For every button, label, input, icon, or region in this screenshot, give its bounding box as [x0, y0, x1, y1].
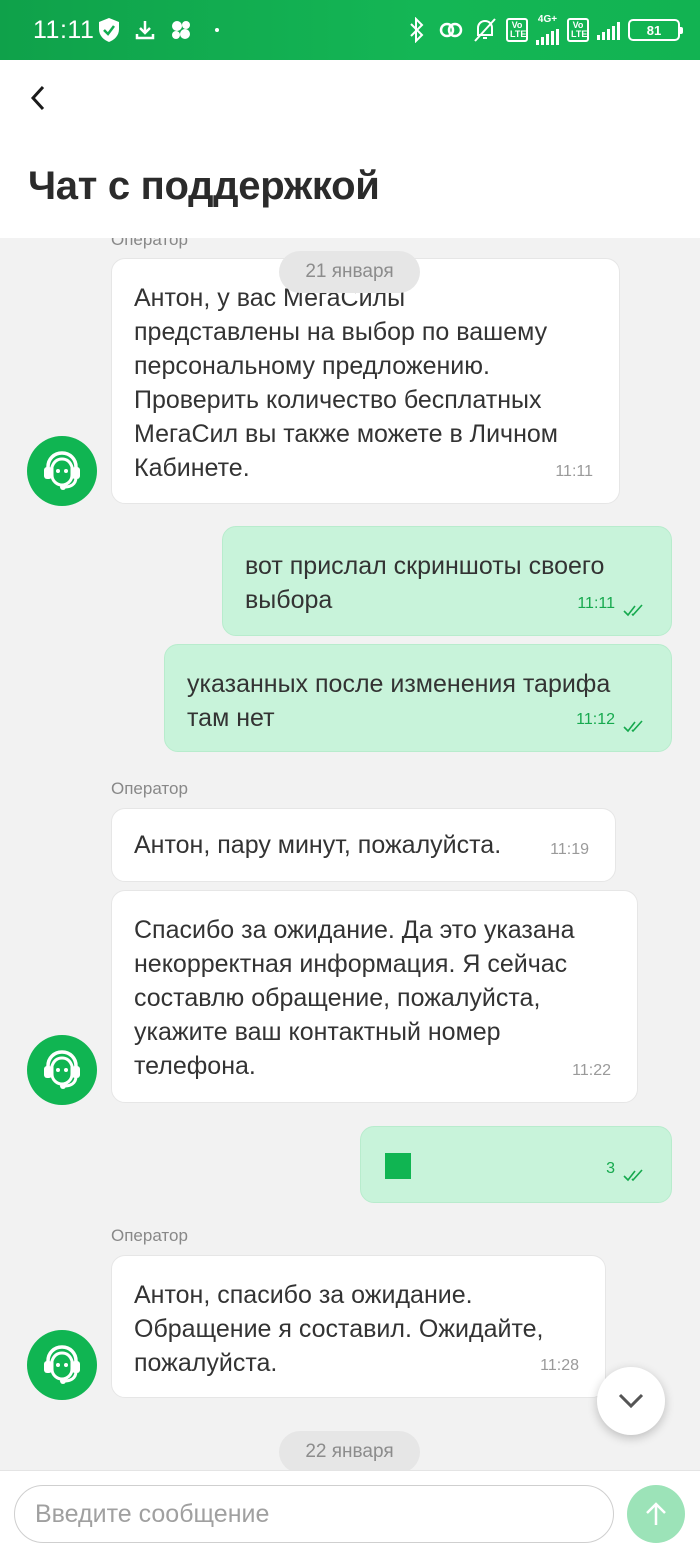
- operator-avatar: [27, 1035, 97, 1105]
- outgoing-message[interactable]: указанных после изменения тарифа там нет…: [164, 644, 672, 752]
- message-text: Спасибо за ожидание. Да это указана неко…: [134, 916, 575, 1080]
- chevron-down-icon: [618, 1393, 644, 1409]
- operator-avatar: [27, 436, 97, 506]
- signal-icon: 4G+: [536, 15, 559, 45]
- double-check-icon: [623, 604, 643, 617]
- message-time: 11:22: [572, 1062, 611, 1079]
- message-time: 11:12: [576, 711, 615, 728]
- sender-label: Оператор: [111, 1226, 188, 1245]
- dot-icon: [204, 17, 230, 43]
- message-text: Антон, спасибо за ожидание. Обращение я …: [134, 1281, 544, 1377]
- incoming-message[interactable]: Спасибо за ожидание. Да это указана неко…: [111, 890, 638, 1103]
- chevron-left-icon: [30, 85, 45, 111]
- message-time: 3: [606, 1160, 615, 1177]
- clover-icon: [168, 17, 194, 43]
- incoming-message[interactable]: Антон, спасибо за ожидание. Обращение я …: [111, 1255, 606, 1398]
- date-separator: 22 января: [279, 1431, 420, 1470]
- outgoing-message[interactable]: вот прислал скриншоты своего выбора 11:1…: [222, 526, 672, 636]
- message-time: 11:19: [550, 841, 589, 858]
- message-time: 11:11: [577, 595, 615, 612]
- support-agent-icon: [44, 1050, 80, 1089]
- shield-check-icon: [96, 17, 122, 43]
- outgoing-message[interactable]: 3: [360, 1126, 672, 1203]
- volte-icon: Vo LTE: [506, 18, 528, 42]
- chat-area[interactable]: Оператор Антон, у вас МегаСилы представл…: [0, 238, 700, 1470]
- signal-icon: [597, 20, 620, 40]
- page-title: Чат с поддержкой: [28, 164, 380, 208]
- download-icon: [132, 17, 158, 43]
- message-composer: [0, 1470, 700, 1556]
- sender-label: Оператор: [111, 238, 188, 249]
- support-agent-icon: [44, 451, 80, 490]
- support-agent-icon: [44, 1345, 80, 1384]
- sender-label: Оператор: [111, 779, 188, 798]
- volte-icon: Vo LTE: [567, 18, 589, 42]
- back-button[interactable]: [18, 78, 58, 118]
- message-text: Антон, у вас МегаСилы представлены на вы…: [134, 284, 558, 482]
- date-separator: 21 января: [279, 251, 420, 293]
- mute-bell-icon: [472, 17, 498, 43]
- status-time: 11:11: [33, 16, 95, 44]
- message-time: 11:28: [540, 1357, 579, 1374]
- send-button[interactable]: [627, 1485, 685, 1543]
- status-bar: 11:11 Vo LTE 4G+ Vo LTE 81: [0, 0, 700, 60]
- battery-icon: 81: [628, 19, 683, 41]
- incoming-message[interactable]: Антон, пару минут, пожалуйста. 11:19: [111, 808, 616, 882]
- arrow-up-icon: [646, 1502, 666, 1525]
- battery-level: 81: [646, 22, 662, 38]
- bluetooth-icon: [404, 17, 430, 43]
- double-check-icon: [623, 720, 643, 733]
- link-icon: [438, 17, 464, 43]
- incoming-message[interactable]: Антон, у вас МегаСилы представлены на вы…: [111, 258, 620, 504]
- message-text: Антон, пару минут, пожалуйста.: [134, 831, 502, 859]
- message-time: 11:11: [555, 463, 593, 480]
- redacted-content: [385, 1153, 411, 1179]
- message-input[interactable]: [14, 1485, 614, 1543]
- scroll-to-bottom-button[interactable]: [597, 1367, 665, 1435]
- double-check-icon: [623, 1169, 643, 1182]
- app-header: Чат с поддержкой: [0, 60, 700, 238]
- network-type-label: 4G+: [537, 14, 558, 25]
- operator-avatar: [27, 1330, 97, 1400]
